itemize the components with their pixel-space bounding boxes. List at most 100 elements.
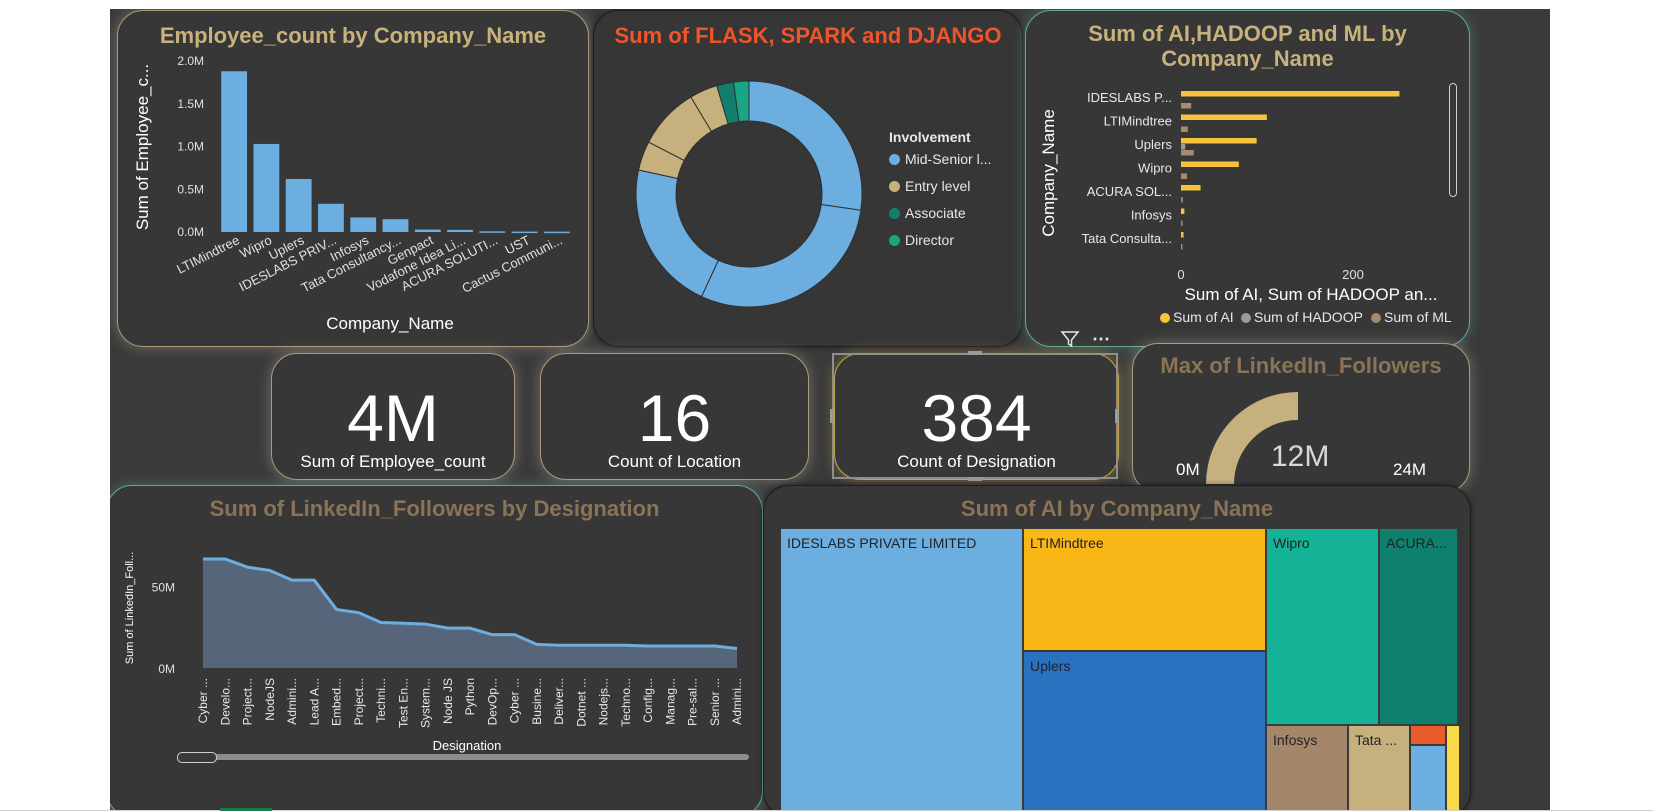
kpi-designation-count-card[interactable]: 384 Count of Designation bbox=[834, 353, 1119, 480]
hbar-y-tick: Wipro bbox=[1138, 161, 1172, 176]
kpi-employee-count-label: Sum of Employee_count bbox=[300, 452, 486, 471]
area-x-tick: Admini... bbox=[285, 678, 299, 725]
hbar-legend-item[interactable]: Sum of HADOOP bbox=[1241, 309, 1363, 325]
area-x-tick: Nodejs... bbox=[597, 678, 611, 725]
donut-legend-item[interactable]: Entry level bbox=[889, 178, 970, 194]
kpi-employee-count-value: 4M bbox=[347, 381, 439, 455]
area-x-tick: Test En... bbox=[396, 678, 410, 728]
hbar-legend-label: Sum of HADOOP bbox=[1254, 309, 1363, 325]
area-scrollbar-thumb[interactable] bbox=[177, 752, 217, 763]
ai-hadoop-ml-bar-chart: IDESLABS P... LTIMindtree Uplers Wipro ACURA… bbox=[1039, 90, 1437, 304]
hbar-bar-6-2 bbox=[1181, 244, 1183, 250]
hbar-y-tick: Infosys bbox=[1131, 208, 1173, 223]
bar-0 bbox=[221, 71, 248, 232]
donut-slice-0 bbox=[748, 80, 863, 211]
more-options-icon[interactable]: ⋯ bbox=[1092, 329, 1111, 350]
area-x-tick: Embed... bbox=[330, 678, 344, 726]
kpi-employee-count-card[interactable]: 4M Sum of Employee_count bbox=[271, 353, 515, 480]
area-scrollbar-track[interactable] bbox=[177, 754, 749, 760]
legend-dot-icon bbox=[889, 235, 900, 246]
linkedin-followers-area-card[interactable]: Sum of LinkedIn_Followers by Designation… bbox=[110, 485, 763, 811]
legend-dot-icon bbox=[1160, 313, 1170, 323]
bar-y-tick: 2.0M bbox=[177, 54, 204, 68]
filter-icon[interactable] bbox=[1060, 329, 1080, 354]
resize-handle-bottom[interactable] bbox=[968, 477, 982, 481]
linkedin-followers-gauge-card[interactable]: Max of LinkedIn_Followers 12M 0M 24M bbox=[1132, 343, 1470, 493]
bar-x-tick: Wipro bbox=[237, 232, 274, 261]
legend-dot-icon bbox=[889, 154, 900, 165]
hbar-bar-2-0 bbox=[1181, 138, 1257, 144]
treemap-tile[interactable]: Uplers bbox=[1023, 651, 1266, 811]
treemap-tile[interactable]: Wipro bbox=[1266, 528, 1379, 725]
hbar-x-tick: 0 bbox=[1177, 267, 1184, 282]
area-x-tick: DevOp... bbox=[485, 678, 499, 725]
hbar-y-tick: LTIMindtree bbox=[1104, 114, 1172, 129]
area-x-tick: Python bbox=[463, 678, 477, 715]
hbar-bar-3-2 bbox=[1181, 173, 1187, 179]
treemap-tile[interactable]: Infosys bbox=[1266, 725, 1348, 811]
bar-y-axis-label: Sum of Employee_c... bbox=[133, 64, 152, 230]
donut-legend-item[interactable]: Mid-Senior l... bbox=[889, 151, 991, 167]
resize-handle-left[interactable] bbox=[830, 409, 834, 423]
treemap-tile[interactable]: LTIMindtree bbox=[1023, 528, 1266, 651]
treemap-title: Sum of AI by Company_Name bbox=[960, 496, 1274, 521]
hbar-y-tick: IDESLABS P... bbox=[1087, 90, 1172, 105]
hbar-y-axis-label: Company_Name bbox=[1039, 109, 1058, 237]
flask-spark-django-donut-card[interactable]: Sum of FLASK, SPARK and DJANGO Involveme… bbox=[593, 10, 1023, 347]
hbar-bar-5-0 bbox=[1181, 208, 1185, 214]
donut-legend-title: Involvement bbox=[889, 129, 971, 145]
visual-header: ⋯ bbox=[1056, 327, 1116, 353]
kpi-location-count-value: 16 bbox=[637, 381, 712, 455]
area-x-tick: NodeJS bbox=[263, 678, 277, 721]
hbar-bar-0-2 bbox=[1181, 103, 1192, 109]
hbar-bar-4-2 bbox=[1181, 197, 1183, 203]
hbar-y-tick: Tata Consulta... bbox=[1082, 231, 1172, 246]
hbar-scrollbar[interactable] bbox=[1449, 83, 1457, 197]
area-x-tick: Techni... bbox=[374, 678, 388, 723]
employee-count-bar-chart: 0.0M0.5M1.0M1.5M2.0MLTIMindtreeWiproUple… bbox=[133, 54, 570, 333]
gauge-max-label: 24M bbox=[1393, 460, 1427, 479]
resize-handle-right[interactable] bbox=[1115, 409, 1119, 423]
treemap-tile[interactable]: ACURA... bbox=[1379, 528, 1458, 725]
treemap-tile[interactable]: IDESLABS PRIVATE LIMITED bbox=[780, 528, 1023, 811]
area-x-tick: Dotnet ... bbox=[574, 678, 588, 727]
hbar-bar-6-0 bbox=[1181, 232, 1184, 238]
treemap-tile[interactable] bbox=[1410, 745, 1446, 811]
bar-x-axis-label: Company_Name bbox=[326, 314, 454, 333]
area-x-tick: Develo... bbox=[218, 678, 232, 725]
treemap-tile[interactable]: Tata ... bbox=[1348, 725, 1410, 811]
bar-2 bbox=[285, 178, 312, 232]
bar-y-tick: 0.5M bbox=[177, 182, 204, 196]
treemap-tile[interactable] bbox=[1410, 725, 1446, 745]
area-y-axis-label: Sum of LinkedIn_Foll... bbox=[124, 552, 136, 665]
hbar-legend-label: Sum of ML bbox=[1384, 309, 1452, 325]
hbar-legend-item[interactable]: Sum of AI bbox=[1160, 309, 1234, 325]
donut-legend-label: Director bbox=[905, 232, 955, 248]
area-x-tick: Cyber ... bbox=[508, 678, 522, 723]
hbar-bar-4-0 bbox=[1181, 185, 1201, 191]
employee-count-bar-card[interactable]: Employee_count by Company_Name 0.0M 0.5M 1… bbox=[117, 10, 589, 347]
donut-legend-label: Entry level bbox=[905, 178, 971, 194]
ai-hadoop-ml-bar-card[interactable]: Sum of AI,HADOOP and ML by Company_Name … bbox=[1025, 10, 1470, 347]
donut-legend-label: Associate bbox=[905, 205, 966, 221]
donut-legend-item[interactable]: Associate bbox=[889, 205, 966, 221]
hbar-bar-0-0 bbox=[1181, 91, 1400, 97]
area-x-tick: Deliver... bbox=[552, 678, 566, 725]
area-x-tick: Busine... bbox=[530, 678, 544, 725]
area-y-tick: 0M bbox=[158, 662, 175, 676]
hbar-legend-item[interactable]: Sum of ML bbox=[1371, 309, 1452, 325]
donut-legend-item[interactable]: Director bbox=[889, 232, 954, 248]
ai-treemap-card[interactable]: Sum of AI by Company_Name IDESLABS PRIVA… bbox=[763, 485, 1471, 811]
ai-treemap: IDESLABS PRIVATE LIMITED LTIMindtree Upler… bbox=[780, 528, 1460, 811]
bar-3 bbox=[318, 203, 344, 232]
resize-handle-top[interactable] bbox=[968, 351, 982, 355]
hbar-y-tick: ACURA SOL... bbox=[1087, 184, 1172, 199]
bar-y-tick: 1.0M bbox=[177, 140, 204, 154]
area-x-tick: Admini... bbox=[730, 678, 744, 725]
treemap-tile[interactable] bbox=[1446, 725, 1460, 811]
kpi-location-count-label: Count of Location bbox=[607, 452, 742, 471]
kpi-location-count-card[interactable]: 16 Count of Location bbox=[540, 353, 809, 480]
gauge-value: 12M bbox=[1271, 440, 1330, 473]
gauge-min-label: 0M bbox=[1176, 460, 1200, 479]
hbar-x-tick: 200 bbox=[1342, 267, 1364, 282]
